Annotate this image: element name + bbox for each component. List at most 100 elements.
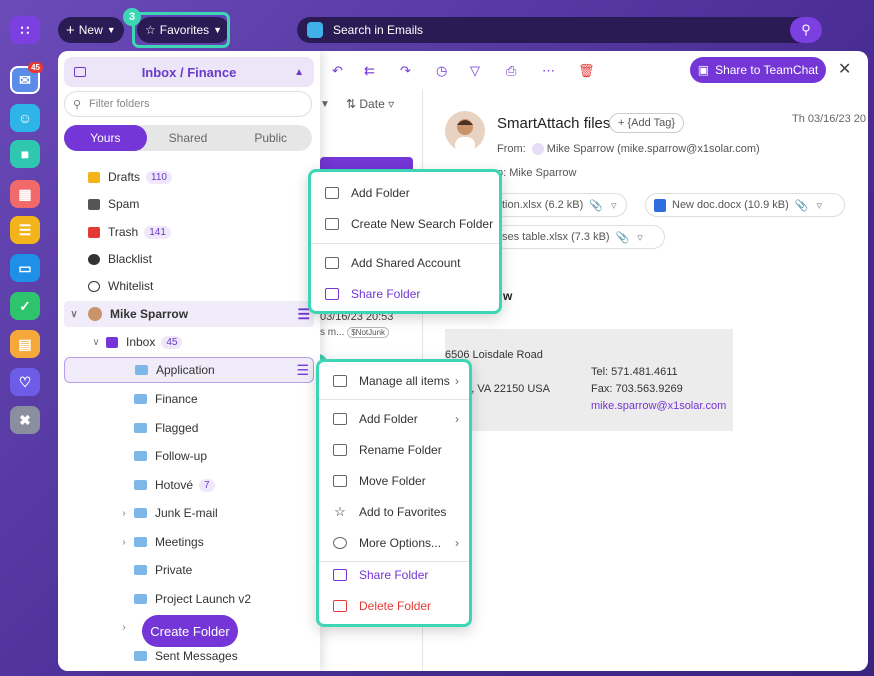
menu-manage-all-items[interactable]: Manage all items › xyxy=(319,368,469,394)
folder-junk-email[interactable]: › Junk E-mail xyxy=(64,500,314,526)
sig-email[interactable]: mike.sparrow@x1solar.com xyxy=(591,400,726,412)
spam-icon xyxy=(88,198,100,210)
folder-finance[interactable]: Finance xyxy=(64,386,314,412)
search-button[interactable]: ⚲ xyxy=(790,17,822,43)
trash-icon xyxy=(88,226,100,238)
chat-icon[interactable]: ♡ xyxy=(10,368,40,396)
files-icon[interactable]: ▭ xyxy=(10,254,40,282)
reply-all-icon[interactable]: ⇇ xyxy=(364,63,375,79)
folder-drafts[interactable]: Drafts 110 xyxy=(64,164,314,190)
menu-add-shared-account[interactable]: Add Shared Account xyxy=(311,250,499,276)
tab-public[interactable]: Public xyxy=(229,125,312,151)
new-label: New xyxy=(78,23,103,37)
add-folder-icon xyxy=(333,413,347,425)
message-preview-row[interactable]: s m... $NotJunk xyxy=(320,327,390,338)
tools-icon[interactable]: ✖ xyxy=(10,406,40,434)
forward-icon[interactable]: ↷ xyxy=(400,63,411,79)
inbox-icon xyxy=(106,336,118,348)
folder-blacklist[interactable]: Blacklist xyxy=(64,246,314,272)
chevron-down-icon[interactable]: ∨ xyxy=(86,337,106,348)
menu-add-to-favorites[interactable]: ☆ Add to Favorites xyxy=(319,499,469,525)
menu-item-label: Add Folder xyxy=(359,412,418,426)
tab-yours[interactable]: Yours xyxy=(64,125,147,151)
signature-block: 6506 Loisdale Road 310 gfield, VA 22150 … xyxy=(445,329,733,431)
documents-icon[interactable]: ▤ xyxy=(10,330,40,358)
folder-follow-up[interactable]: Follow-up xyxy=(64,443,314,469)
folder-inbox[interactable]: ∨ Inbox 45 xyxy=(64,329,314,355)
new-button[interactable]: + New ▼ xyxy=(58,17,124,43)
unread-count: 45 xyxy=(161,335,183,349)
share-to-teamchat-button[interactable]: ▣ Share to TeamChat xyxy=(690,57,826,83)
folder-label: Hotové xyxy=(155,478,194,492)
add-tag-button[interactable]: + {Add Tag} xyxy=(609,113,684,133)
chevron-right-icon[interactable]: › xyxy=(114,537,134,548)
chevron-down-icon[interactable]: ▿ xyxy=(637,231,643,244)
teamchat-label: Share to TeamChat xyxy=(715,63,819,77)
filter-folders-input[interactable]: ⚲ Filter folders xyxy=(64,91,312,117)
reply-icon[interactable]: ↶ xyxy=(332,63,343,79)
menu-add-folder[interactable]: Add Folder › xyxy=(319,406,469,432)
folder-hotove[interactable]: Hotové 7 xyxy=(64,472,314,498)
menu-more-options[interactable]: More Options... › xyxy=(319,530,469,556)
mail-icon[interactable]: ✉ 45 xyxy=(10,62,43,94)
folder-trash[interactable]: Trash 141 xyxy=(64,219,314,245)
folder-spam[interactable]: Spam xyxy=(64,191,314,217)
clock-icon[interactable]: ◷ xyxy=(436,63,447,79)
create-folder-button[interactable]: Create Folder xyxy=(142,615,238,647)
tab-shared[interactable]: Shared xyxy=(147,125,230,151)
attachment-3[interactable]: ses table.xlsx (7.3 kB) 📎 ▿ xyxy=(493,225,665,249)
meet-icon[interactable]: ■ xyxy=(10,140,40,168)
folder-project-launch-v2[interactable]: Project Launch v2 xyxy=(64,586,314,612)
menu-item-label: Add to Favorites xyxy=(359,505,447,519)
add-folder-icon xyxy=(325,187,339,199)
grid-icon[interactable]: ∷ xyxy=(10,16,40,44)
sort-date[interactable]: ⇅ Date ▿ xyxy=(346,97,394,111)
folder-label: Application xyxy=(156,363,215,377)
folder-panel-header[interactable]: Inbox / Finance ▲ xyxy=(64,57,314,87)
more-icon[interactable]: ⋯ xyxy=(542,63,555,79)
menu-move-folder[interactable]: Move Folder xyxy=(319,468,469,494)
from-value[interactable]: Mike Sparrow (mike.sparrow@x1solar.com) xyxy=(547,143,760,155)
folder-icon xyxy=(134,508,147,518)
folder-flagged[interactable]: Flagged xyxy=(64,415,314,441)
notes-icon[interactable]: ☰ xyxy=(10,216,40,244)
mail-badge: 45 xyxy=(28,62,43,73)
folder-label: Whitelist xyxy=(108,279,154,293)
chevron-right-icon[interactable]: › xyxy=(114,622,134,633)
menu-rename-folder[interactable]: Rename Folder xyxy=(319,437,469,463)
chevron-down-icon[interactable]: ▿ xyxy=(816,199,822,212)
close-icon[interactable]: ✕ xyxy=(838,59,851,79)
chevron-down-icon[interactable]: ∨ xyxy=(64,309,84,320)
folder-meetings[interactable]: › Meetings xyxy=(64,529,314,555)
menu-create-search-folder[interactable]: Create New Search Folder xyxy=(311,211,499,237)
chevron-up-icon[interactable]: ▲ xyxy=(294,67,304,78)
chevron-right-icon[interactable]: › xyxy=(114,508,134,519)
calendar-icon[interactable]: ▦ xyxy=(10,180,40,208)
tasks-icon[interactable]: ✓ xyxy=(10,292,40,320)
menu-add-folder[interactable]: Add Folder xyxy=(311,180,499,206)
contacts-icon[interactable]: ☺ xyxy=(10,104,40,132)
sig-fax: Fax: 703.563.9269 xyxy=(591,383,683,395)
folder-whitelist[interactable]: Whitelist xyxy=(64,273,314,299)
folder-icon xyxy=(134,537,147,547)
folder-private[interactable]: Private xyxy=(64,557,314,583)
from-label: From: xyxy=(497,143,526,155)
message-subject: SmartAttach files xyxy=(497,115,611,132)
chevron-down-icon[interactable]: ▿ xyxy=(611,199,617,212)
attachment-2[interactable]: New doc.docx (10.9 kB) 📎 ▿ xyxy=(645,193,845,217)
menu-delete-folder[interactable]: Delete Folder xyxy=(319,593,469,619)
folder-application[interactable]: Application ☰ xyxy=(64,357,314,383)
menu-icon[interactable]: ☰ xyxy=(296,362,309,379)
teamchat-icon: ▣ xyxy=(697,63,710,77)
chevron-down-icon[interactable]: ▼ xyxy=(320,99,330,110)
search-input[interactable]: Search in Emails ⚲ xyxy=(297,17,822,43)
trash-icon[interactable]: 🗑 xyxy=(578,63,595,79)
paperclip-icon: 📎 xyxy=(615,231,630,244)
folder-label: Junk E-mail xyxy=(155,506,218,520)
print-icon[interactable]: ⎙ xyxy=(506,63,516,79)
account-mike-sparrow[interactable]: ∨ Mike Sparrow ☰ xyxy=(64,301,314,327)
thumbs-down-icon[interactable]: ▽ xyxy=(470,63,480,79)
menu-share-folder[interactable]: Share Folder xyxy=(319,562,469,588)
attachment-1[interactable]: tion.xlsx (6.2 kB) 📎 ▿ xyxy=(493,193,627,217)
menu-share-folder[interactable]: Share Folder xyxy=(311,281,499,307)
